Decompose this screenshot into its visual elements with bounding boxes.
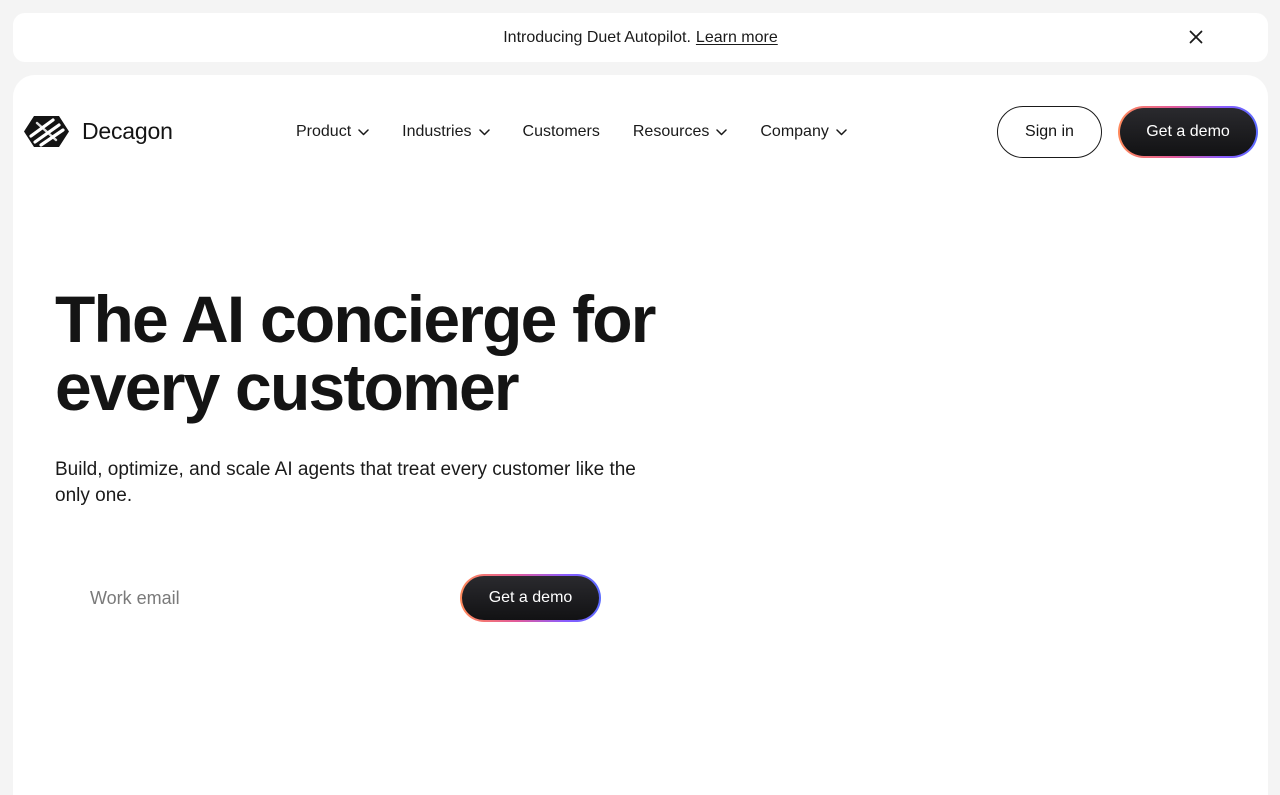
- chevron-down-icon: [358, 128, 369, 135]
- hero-get-demo-label: Get a demo: [462, 576, 599, 620]
- close-icon: [1189, 30, 1203, 44]
- nav-item-company[interactable]: Company: [760, 123, 847, 141]
- chevron-down-icon: [478, 128, 490, 135]
- nav-item-label: Customers: [522, 123, 600, 140]
- nav-item-customers[interactable]: Customers: [523, 123, 600, 141]
- nav-item-label: Company: [760, 123, 829, 140]
- nav-item-product[interactable]: Product: [296, 123, 369, 141]
- hero-get-demo-button[interactable]: Get a demo: [460, 574, 601, 622]
- primary-nav: Product Industries Customers Resources C…: [296, 120, 880, 144]
- nav-item-label: Resources: [632, 123, 710, 140]
- nav-item-label: Industries: [402, 123, 472, 140]
- nav-item-label: Product: [296, 123, 352, 140]
- work-email-input[interactable]: [55, 574, 455, 622]
- nav-item-industries[interactable]: Industries: [402, 123, 490, 141]
- nav-get-demo-label: Get a demo: [1120, 108, 1256, 156]
- top-navbar: Decagon Product Industries Customers Res…: [13, 75, 1268, 189]
- chevron-down-icon: [716, 128, 728, 135]
- brand-name: Decagon: [82, 118, 173, 144]
- decagon-logo-icon: [24, 116, 69, 147]
- brand-logo[interactable]: Decagon: [23, 114, 173, 149]
- hero-title: The AI concierge for every customer: [55, 282, 656, 424]
- nav-item-resources[interactable]: Resources: [632, 123, 728, 141]
- nav-get-demo-button[interactable]: Get a demo: [1118, 106, 1258, 158]
- banner-text: Introducing Duet Autopilot.: [503, 28, 691, 46]
- learn-more-link[interactable]: Learn more: [696, 29, 778, 47]
- announcement-banner: Introducing Duet Autopilot. Learn more: [13, 13, 1268, 62]
- hero-subtitle: Build, optimize, and scale AI agents tha…: [55, 459, 636, 506]
- chevron-down-icon: [836, 128, 847, 135]
- close-banner-button[interactable]: [1184, 25, 1208, 49]
- sign-in-button[interactable]: Sign in: [997, 106, 1102, 158]
- main-card: Decagon Product Industries Customers Res…: [13, 75, 1268, 795]
